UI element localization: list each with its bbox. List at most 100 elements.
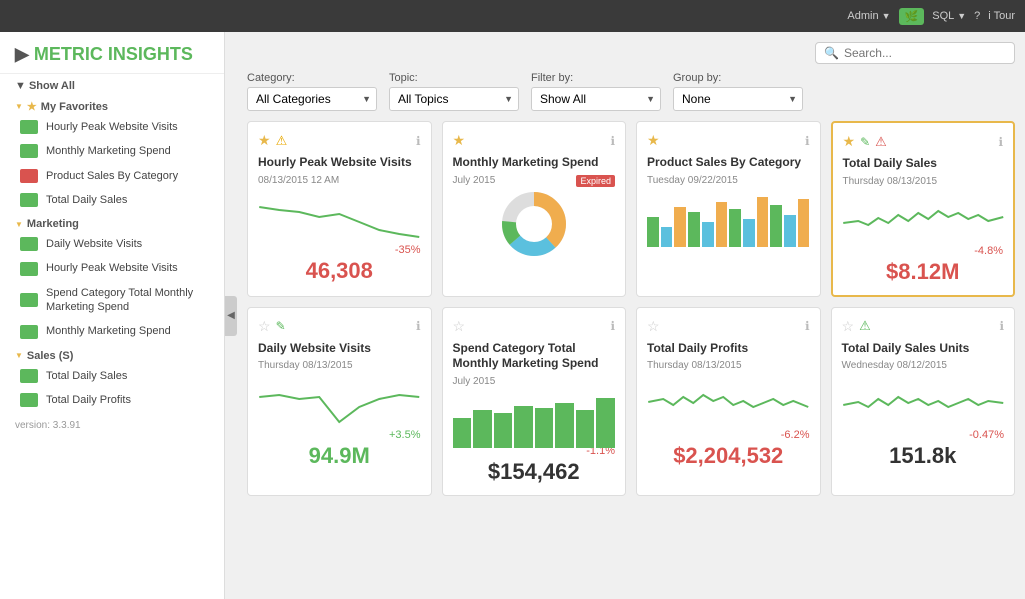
groupby-select[interactable]: None xyxy=(673,87,803,111)
card-spend-category[interactable]: ☆ ℹ Spend Category Total Monthly Marketi… xyxy=(442,307,627,496)
card-date: Thursday 08/13/2015 xyxy=(258,360,421,371)
warning-icon: ⚠ xyxy=(276,133,288,149)
sidebar-item-total-daily-sales-2[interactable]: Total Daily Sales xyxy=(0,364,224,388)
sidebar-item-icon xyxy=(20,193,38,207)
card-change: -4.8% xyxy=(843,245,1004,257)
card-change: +3.5% xyxy=(258,429,421,441)
topic-label: Topic: xyxy=(389,72,519,84)
sidebar-item-hourly-peak[interactable]: Hourly Peak Website Visits xyxy=(0,115,224,139)
sidebar-item-spend-category[interactable]: Spend Category Total Monthly Marketing S… xyxy=(0,281,224,320)
category-select[interactable]: All Categories xyxy=(247,87,377,111)
sidebar-item-icon xyxy=(20,393,38,407)
category-filter: Category: All Categories xyxy=(247,72,377,111)
filterby-filter: Filter by: Show All xyxy=(531,72,661,111)
sidebar-collapse[interactable]: ◀ xyxy=(225,296,237,336)
star-icon: ★ xyxy=(647,132,660,149)
card-chart xyxy=(647,192,810,242)
card-date: Tuesday 09/22/2015 xyxy=(647,175,810,186)
card-total-daily-sales[interactable]: ★ ✎ ⚠ ℹ Total Daily Sales Thursday 08/13… xyxy=(831,121,1016,297)
sidebar-item-icon xyxy=(20,293,38,307)
cards-grid: ★ ⚠ ℹ Hourly Peak Website Visits 08/13/2… xyxy=(247,121,1015,496)
info-icon[interactable]: ℹ xyxy=(805,319,810,333)
card-title: Total Daily Profits xyxy=(647,341,810,357)
card-title: Spend Category Total Monthly Marketing S… xyxy=(453,341,616,372)
marketing-section[interactable]: ▼ Marketing xyxy=(0,212,224,232)
card-total-daily-sales-units[interactable]: ☆ ⚠ ℹ Total Daily Sales Units Wednesday … xyxy=(831,307,1016,496)
alert-green-icon: ⚠ xyxy=(859,318,871,334)
main-layout: ▶ METRIC INSIGHTS ▼ Show All ▼ ★ My Favo… xyxy=(0,32,1025,599)
sidebar-item-total-daily-profits[interactable]: Total Daily Profits xyxy=(0,388,224,412)
card-date: 08/13/2015 12 AM xyxy=(258,175,421,186)
info-icon[interactable]: ℹ xyxy=(416,134,421,148)
filterby-label: Filter by: xyxy=(531,72,661,84)
sidebar-item-hourly-peak-2[interactable]: Hourly Peak Website Visits xyxy=(0,256,224,280)
card-value: $8.12M xyxy=(843,259,1004,285)
card-title: Total Daily Sales xyxy=(843,156,1004,172)
card-date: Thursday 08/13/2015 xyxy=(647,360,810,371)
card-value: 94.9M xyxy=(258,443,421,469)
card-monthly-marketing[interactable]: ★ ℹ Monthly Marketing Spend July 2015 Ex… xyxy=(442,121,627,297)
info-icon[interactable]: ℹ xyxy=(805,134,810,148)
info-icon[interactable]: ℹ xyxy=(998,135,1003,149)
logo-icon: 🌿 xyxy=(899,8,925,25)
topic-filter: Topic: All Topics xyxy=(389,72,519,111)
topic-select[interactable]: All Topics xyxy=(389,87,519,111)
card-date: Wednesday 08/12/2015 xyxy=(842,360,1005,371)
card-daily-website[interactable]: ☆ ✎ ℹ Daily Website Visits Thursday 08/1… xyxy=(247,307,432,496)
edit-icon: ✎ xyxy=(860,135,870,149)
star-icon: ★ xyxy=(453,132,466,149)
info-icon[interactable]: ℹ xyxy=(416,319,421,333)
sidebar-item-icon xyxy=(20,144,38,158)
sidebar-item-monthly-marketing[interactable]: Monthly Marketing Spend xyxy=(0,139,224,163)
top-nav: Admin ▼ 🌿 SQL ▼ ? i Tour xyxy=(0,0,1025,32)
card-chart xyxy=(843,193,1004,243)
sidebar-item-icon xyxy=(20,237,38,251)
card-date: July 2015 xyxy=(453,376,616,387)
show-all-section[interactable]: ▼ Show All xyxy=(0,74,224,94)
filterby-select[interactable]: Show All xyxy=(531,87,661,111)
card-product-sales[interactable]: ★ ℹ Product Sales By Category Tuesday 09… xyxy=(636,121,821,297)
search-box[interactable]: 🔍 xyxy=(815,42,1015,64)
card-date: Thursday 08/13/2015 xyxy=(843,176,1004,187)
card-chart xyxy=(453,189,616,259)
card-title: Product Sales By Category xyxy=(647,155,810,171)
card-change: -35% xyxy=(258,244,421,256)
admin-menu[interactable]: Admin ▼ xyxy=(847,10,890,22)
sidebar-item-total-daily-sales[interactable]: Total Daily Sales xyxy=(0,188,224,212)
sidebar-item-icon xyxy=(20,120,38,134)
help-button[interactable]: ? xyxy=(974,10,980,22)
star-icon: ★ xyxy=(258,132,271,149)
info-icon[interactable]: ℹ xyxy=(610,319,615,333)
tour-button[interactable]: i Tour xyxy=(988,10,1015,22)
sidebar-item-daily-website[interactable]: Daily Website Visits xyxy=(0,232,224,256)
content-area: 🔍 Category: All Categories Topic: All To… xyxy=(237,32,1025,599)
search-input[interactable] xyxy=(844,46,994,60)
card-value: 151.8k xyxy=(842,443,1005,469)
card-total-daily-profits[interactable]: ☆ ℹ Total Daily Profits Thursday 08/13/2… xyxy=(636,307,821,496)
card-chart xyxy=(258,192,421,242)
star-icon: ☆ xyxy=(647,318,660,335)
card-change: -6.2% xyxy=(647,429,810,441)
sidebar-item-icon xyxy=(20,369,38,383)
app-logo: ▶ METRIC INSIGHTS xyxy=(0,32,224,74)
alert-icon: ⚠ xyxy=(875,134,887,150)
edit-icon: ✎ xyxy=(276,319,286,333)
sql-menu[interactable]: SQL ▼ xyxy=(932,10,966,22)
card-change: -0.47% xyxy=(842,429,1005,441)
card-title: Daily Website Visits xyxy=(258,341,421,357)
info-icon[interactable]: ℹ xyxy=(999,319,1004,333)
sidebar-item-monthly-marketing-2[interactable]: Monthly Marketing Spend xyxy=(0,319,224,343)
card-hourly-peak[interactable]: ★ ⚠ ℹ Hourly Peak Website Visits 08/13/2… xyxy=(247,121,432,297)
card-chart xyxy=(842,377,1005,427)
groupby-filter: Group by: None xyxy=(673,72,803,111)
star-icon: ☆ xyxy=(453,318,466,335)
sidebar-item-product-sales[interactable]: Product Sales By Category xyxy=(0,164,224,188)
my-favorites-section[interactable]: ▼ ★ My Favorites xyxy=(0,94,224,115)
card-title: Monthly Marketing Spend xyxy=(453,155,616,171)
filters-bar: Category: All Categories Topic: All Topi… xyxy=(247,72,1015,111)
info-icon[interactable]: ℹ xyxy=(610,134,615,148)
star-icon: ☆ xyxy=(258,318,271,335)
content-header: 🔍 xyxy=(247,42,1015,64)
sidebar: ▶ METRIC INSIGHTS ▼ Show All ▼ ★ My Favo… xyxy=(0,32,225,599)
sales-section[interactable]: ▼ Sales (S) xyxy=(0,344,224,364)
